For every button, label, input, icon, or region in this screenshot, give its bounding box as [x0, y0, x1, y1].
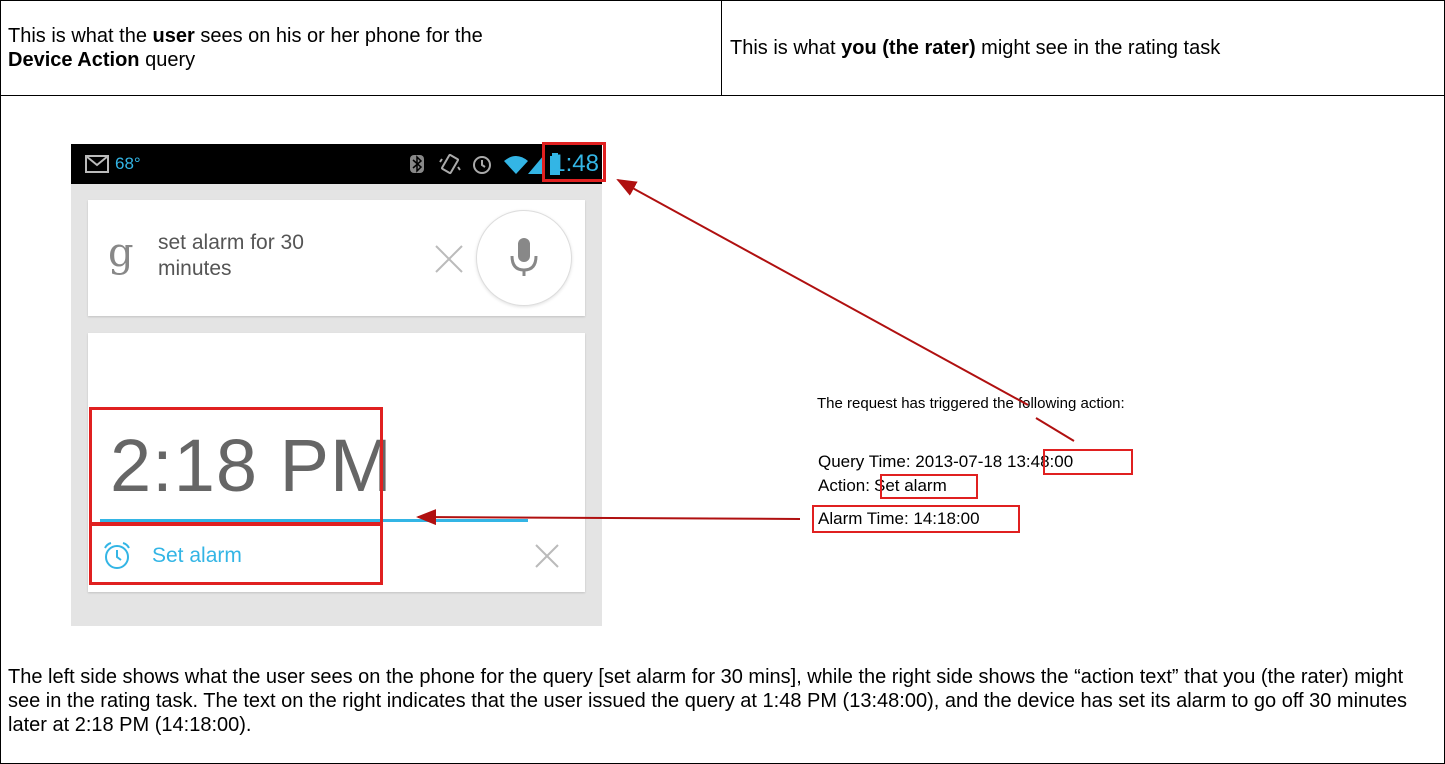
explanation-paragraph: The left side shows what the user sees o…	[8, 666, 1407, 736]
status-bar: 68° 1:48	[71, 144, 602, 184]
action-label: Action:	[818, 476, 870, 495]
alarm-clock-icon	[471, 144, 493, 184]
query-time-line: Query Time: 2013-07-18 13:48:00	[818, 452, 1073, 472]
highlight-action-value	[880, 474, 978, 499]
vibrate-icon	[439, 144, 461, 184]
microphone-button[interactable]	[476, 210, 572, 306]
status-temperature: 68°	[115, 154, 141, 173]
table-border-header	[0, 95, 1445, 96]
header-left-bold-device-action: Device Action	[8, 49, 140, 71]
search-query-line2: minutes	[158, 257, 232, 280]
highlight-query-time-value	[1043, 449, 1133, 475]
bluetooth-icon	[409, 144, 425, 184]
wifi-icon	[503, 144, 529, 184]
header-left-prefix: This is what the	[8, 25, 153, 47]
query-time-label: Query Time: 2013-07-18	[818, 452, 1007, 471]
dismiss-x-icon[interactable]	[534, 543, 560, 574]
header-right-suffix: might see in the rating task	[975, 37, 1221, 59]
header-left-cell: This is what the user sees on his or her…	[8, 24, 708, 72]
highlight-status-clock	[542, 142, 606, 182]
header-left-mid: sees on his or her phone for the	[194, 25, 483, 47]
google-g-icon: g	[108, 230, 134, 276]
search-query: set alarm for 30 minutes	[158, 230, 304, 282]
table-border-middle	[721, 0, 722, 96]
highlight-set-alarm	[89, 523, 383, 585]
header-right-cell: This is what you (the rater) might see i…	[730, 36, 1430, 60]
header-left-suffix: query	[139, 49, 196, 71]
table-border-left	[0, 0, 1, 764]
clear-x-icon[interactable]	[434, 244, 464, 279]
microphone-icon	[510, 238, 538, 276]
header-left-bold-user: user	[152, 25, 195, 47]
header-right-bold-rater: you (the rater)	[841, 37, 976, 59]
action-intro: The request has triggered the following …	[817, 395, 1125, 412]
gmail-icon	[85, 144, 109, 184]
header-right-prefix: This is what	[730, 37, 842, 59]
search-query-line1: set alarm for 30	[158, 231, 304, 254]
highlight-alarm-time	[89, 407, 383, 525]
search-card: g set alarm for 30 minutes	[88, 200, 585, 316]
table-border-top	[0, 0, 1445, 1]
highlight-alarm-time-text	[812, 505, 1020, 533]
